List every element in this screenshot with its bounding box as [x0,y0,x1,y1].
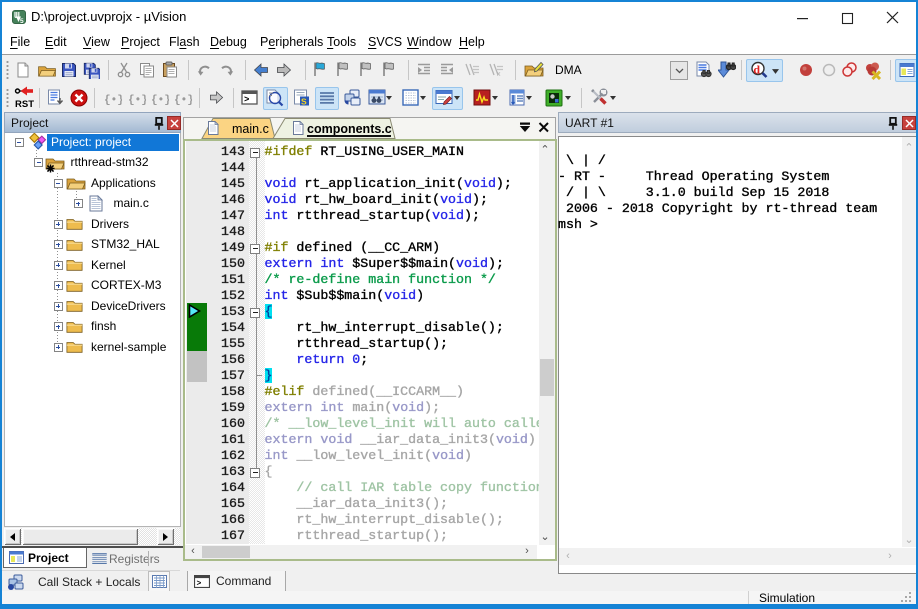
svg-text:S: S [301,97,307,107]
svg-text:>: > [244,95,249,105]
svg-text:>: > [197,580,202,589]
svg-text:d: d [753,63,760,77]
svg-text:main.c: main.c [232,122,269,136]
svg-text:5: 5 [20,18,24,24]
svg-text:components.c: components.c [307,122,392,136]
svg-text:RST: RST [15,99,34,110]
svg-text:x: x [497,71,501,78]
